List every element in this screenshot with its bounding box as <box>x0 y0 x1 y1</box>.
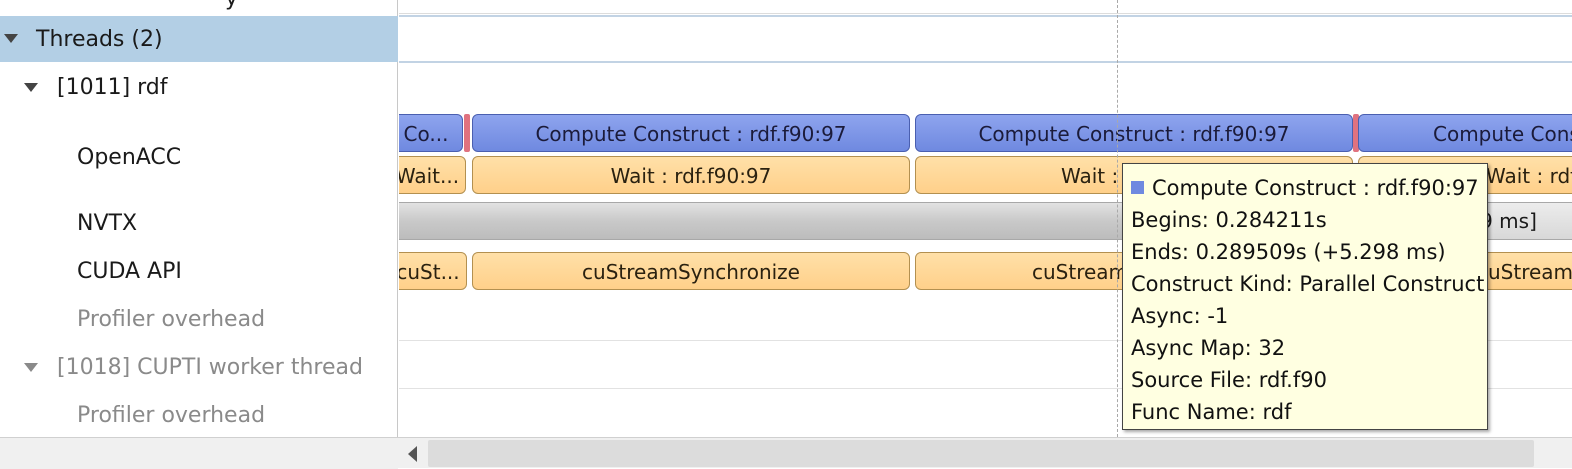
tooltip-title-row: Compute Construct : rdf.f90:97 <box>1131 172 1479 204</box>
tree-row-thread-rdf[interactable]: [1011] rdf <box>0 64 398 112</box>
cut-off-row-label: y <box>225 0 238 11</box>
tree-row-label: OpenACC <box>77 145 182 170</box>
row-divider <box>399 13 1572 14</box>
tree-row-nvtx[interactable]: NVTX <box>0 200 398 248</box>
tooltip-async: Async: -1 <box>1131 304 1229 328</box>
compute-construct-bar[interactable]: Co... <box>399 114 463 152</box>
tooltip-construct-kind: Construct Kind: Parallel Construct <box>1131 272 1485 296</box>
tree-row-label: Threads (2) <box>36 27 163 52</box>
compute-construct-bar[interactable]: Compute Construct : rdf.f90:97 <box>1358 114 1572 152</box>
tooltip-func-name: Func Name: rdf <box>1131 400 1292 424</box>
tree-row-label: [1018] CUPTI worker thread <box>57 355 363 380</box>
wait-bar[interactable]: Wait... <box>399 156 466 194</box>
tree-row-label: Profiler overhead <box>77 307 266 332</box>
tree-row-label: NVTX <box>77 211 138 236</box>
tooltip-async-map: Async Map: 32 <box>1131 336 1286 360</box>
tree-row-label: CUDA API <box>77 259 182 284</box>
scrollbar-thumb[interactable] <box>428 440 1534 467</box>
scrollbar-spacer <box>0 438 398 469</box>
tooltip-title: Compute Construct : rdf.f90:97 <box>1152 176 1479 200</box>
tree-row-thread-cupti[interactable]: [1018] CUPTI worker thread <box>0 344 398 392</box>
tooltip-begins: Begins: 0.284211s <box>1131 208 1327 232</box>
cuda-api-bar[interactable]: cuStreamSynchronize <box>472 252 910 290</box>
scroll-left-arrow-icon[interactable] <box>400 438 426 469</box>
row-divider <box>399 15 1572 17</box>
horizontal-scrollbar[interactable] <box>0 437 1572 469</box>
tree-row-label: Profiler overhead <box>77 403 266 428</box>
wait-bar[interactable]: Wait : rdf.f90:97 <box>472 156 910 194</box>
launch-marker[interactable] <box>464 114 470 152</box>
cursor-time-marker <box>1117 0 1118 437</box>
event-tooltip: Compute Construct : rdf.f90:97 Begins: 0… <box>1122 163 1488 430</box>
compute-construct-bar[interactable]: Compute Construct : rdf.f90:97 <box>915 114 1353 152</box>
tooltip-ends: Ends: 0.289509s (+5.298 ms) <box>1131 240 1446 264</box>
collapse-triangle-icon[interactable] <box>24 83 38 92</box>
cuda-api-bar[interactable]: cuSt... <box>399 252 467 290</box>
collapse-triangle-icon[interactable] <box>24 363 38 372</box>
tree-row-label: [1011] rdf <box>57 75 168 100</box>
tree-row-profiler-overhead[interactable]: Profiler overhead <box>0 296 398 344</box>
tree-row-openacc[interactable]: OpenACC <box>0 112 398 200</box>
row-divider <box>399 61 1572 63</box>
collapse-triangle-icon[interactable] <box>4 34 18 43</box>
tooltip-source-file: Source File: rdf.f90 <box>1131 368 1327 392</box>
color-swatch-icon <box>1131 181 1144 194</box>
tree-row-profiler-overhead-2[interactable]: Profiler overhead <box>0 392 398 437</box>
compute-construct-bar[interactable]: Compute Construct : rdf.f90:97 <box>472 114 910 152</box>
thread-tree: y Threads (2) [1011] rdf OpenACC NVTX CU… <box>0 0 398 437</box>
tree-row-threads[interactable]: Threads (2) <box>0 16 398 62</box>
tree-row-cuda-api[interactable]: CUDA API <box>0 248 398 296</box>
